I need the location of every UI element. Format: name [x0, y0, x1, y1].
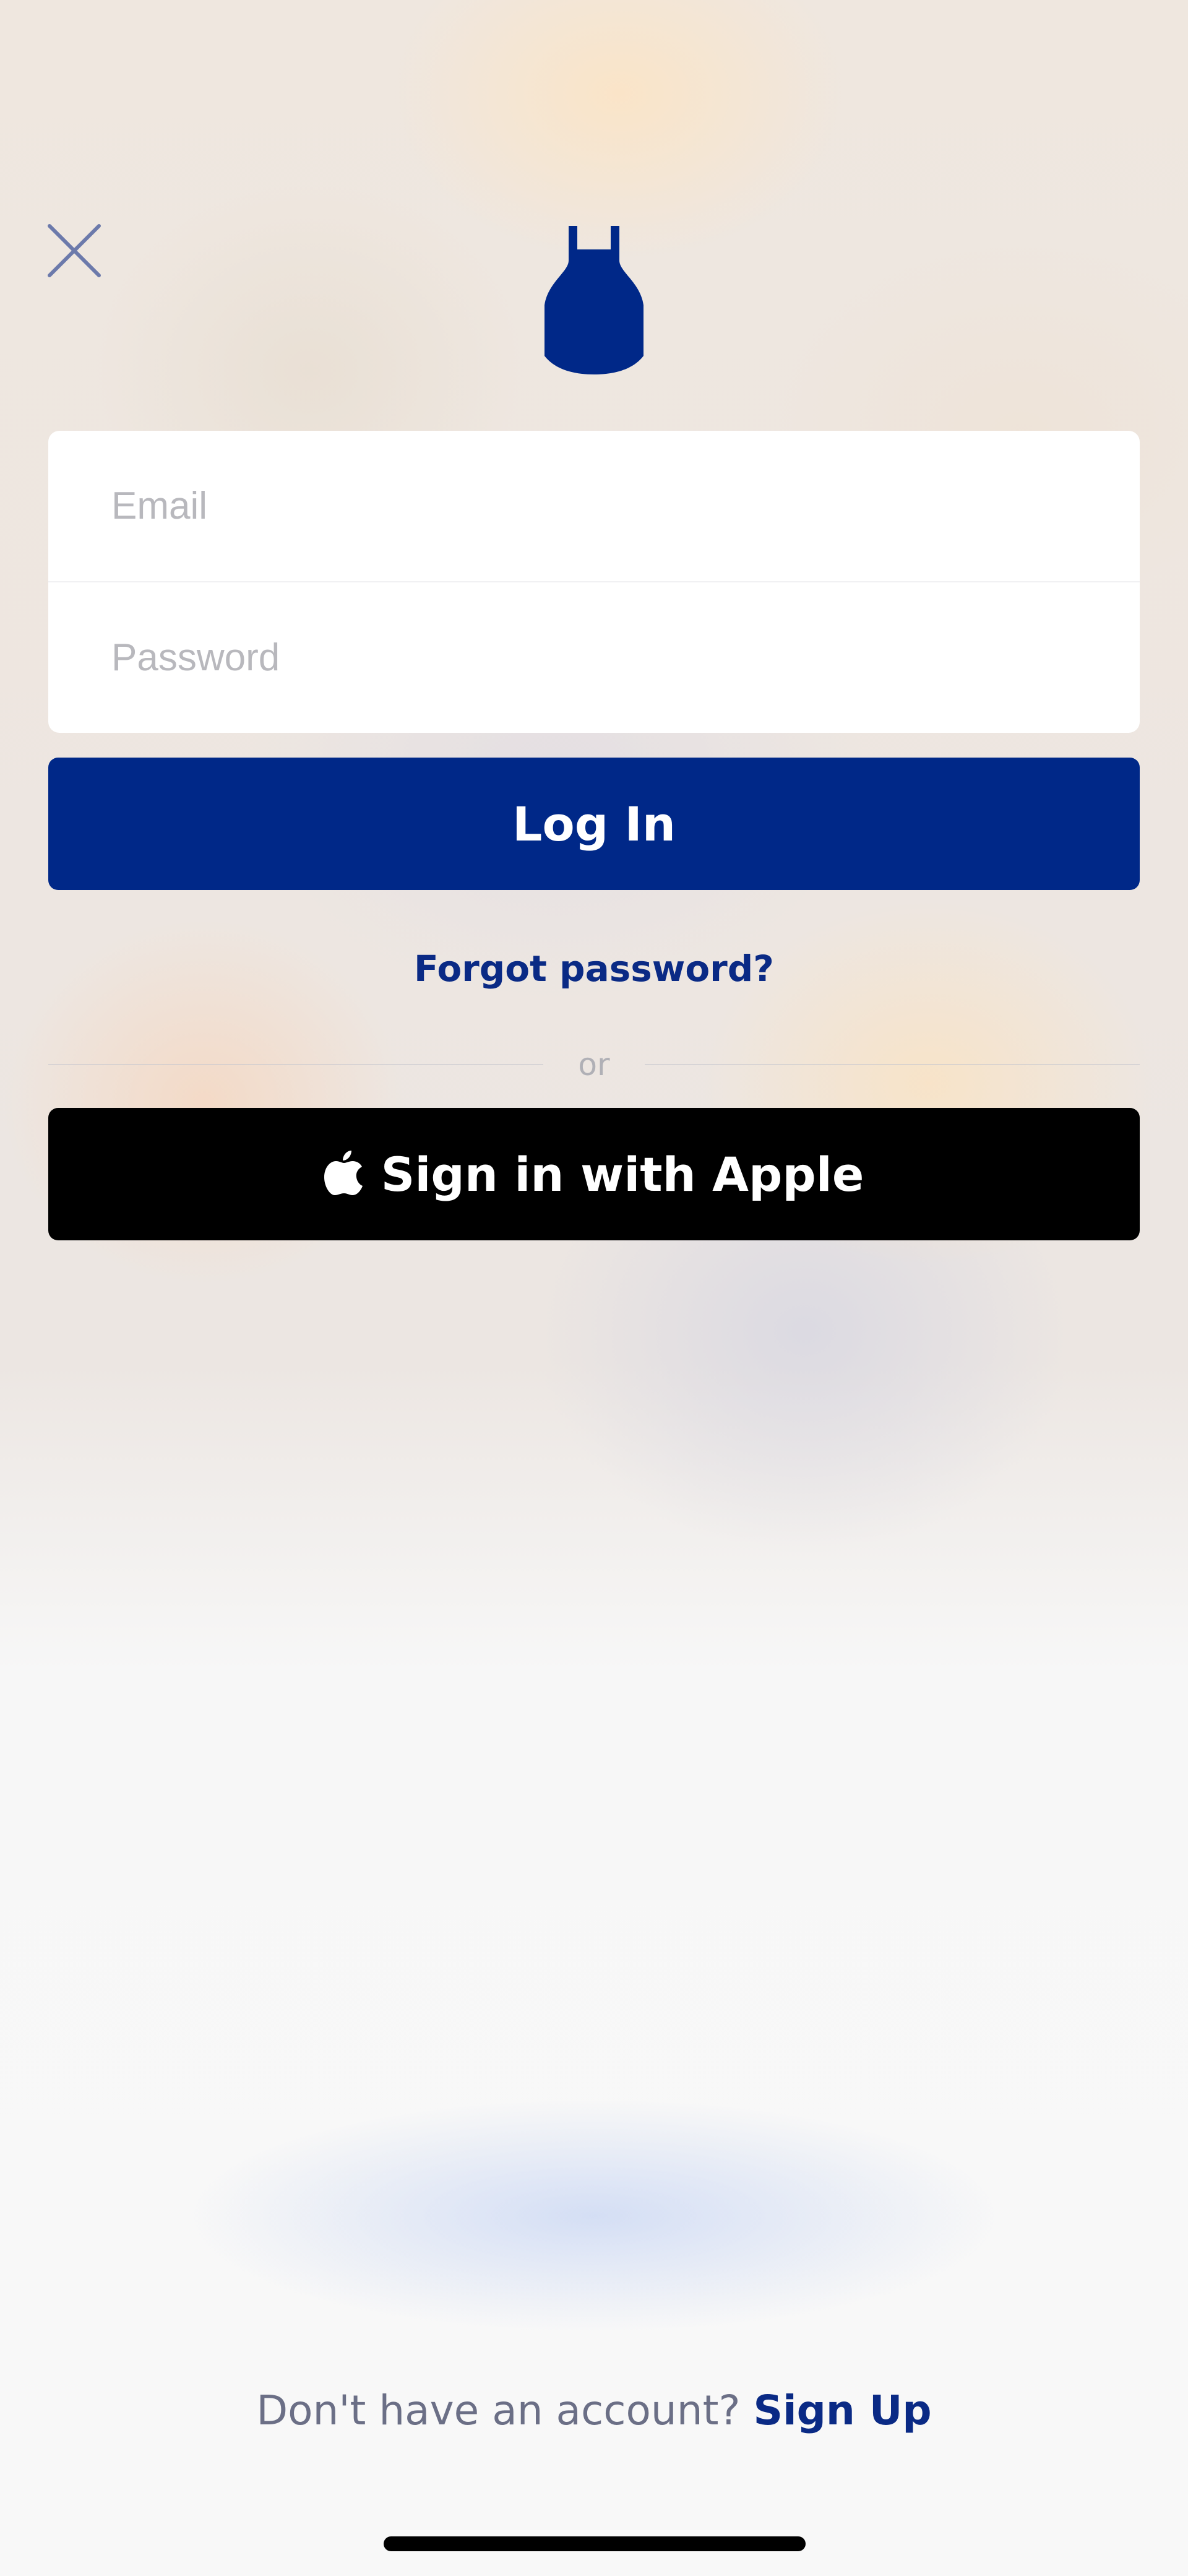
- apron-logo-icon: [541, 226, 647, 374]
- password-input[interactable]: [48, 582, 1140, 733]
- login-form-card: [48, 431, 1140, 733]
- signup-prompt-row: Don't have an account? Sign Up: [0, 2380, 1188, 2442]
- or-divider-label: or: [578, 1047, 610, 1083]
- sign-up-link[interactable]: Sign Up: [753, 2387, 931, 2434]
- or-divider: or: [48, 1043, 1140, 1086]
- login-button[interactable]: Log In: [48, 758, 1140, 890]
- apple-icon: [324, 1148, 364, 1195]
- email-input[interactable]: [48, 431, 1140, 581]
- close-icon: [48, 224, 101, 277]
- login-button-label: Log In: [512, 796, 676, 852]
- forgot-password-link[interactable]: Forgot password?: [0, 941, 1188, 996]
- forgot-password-label: Forgot password?: [414, 948, 774, 990]
- blurred-background: [0, 0, 1188, 2576]
- sign-in-with-apple-button[interactable]: Sign in with Apple: [48, 1108, 1140, 1240]
- signup-prompt-text: Don't have an account?: [256, 2387, 741, 2434]
- sign-in-with-apple-label: Sign in with Apple: [381, 1146, 864, 1202]
- home-indicator: [384, 2536, 806, 2551]
- close-button[interactable]: [43, 220, 105, 282]
